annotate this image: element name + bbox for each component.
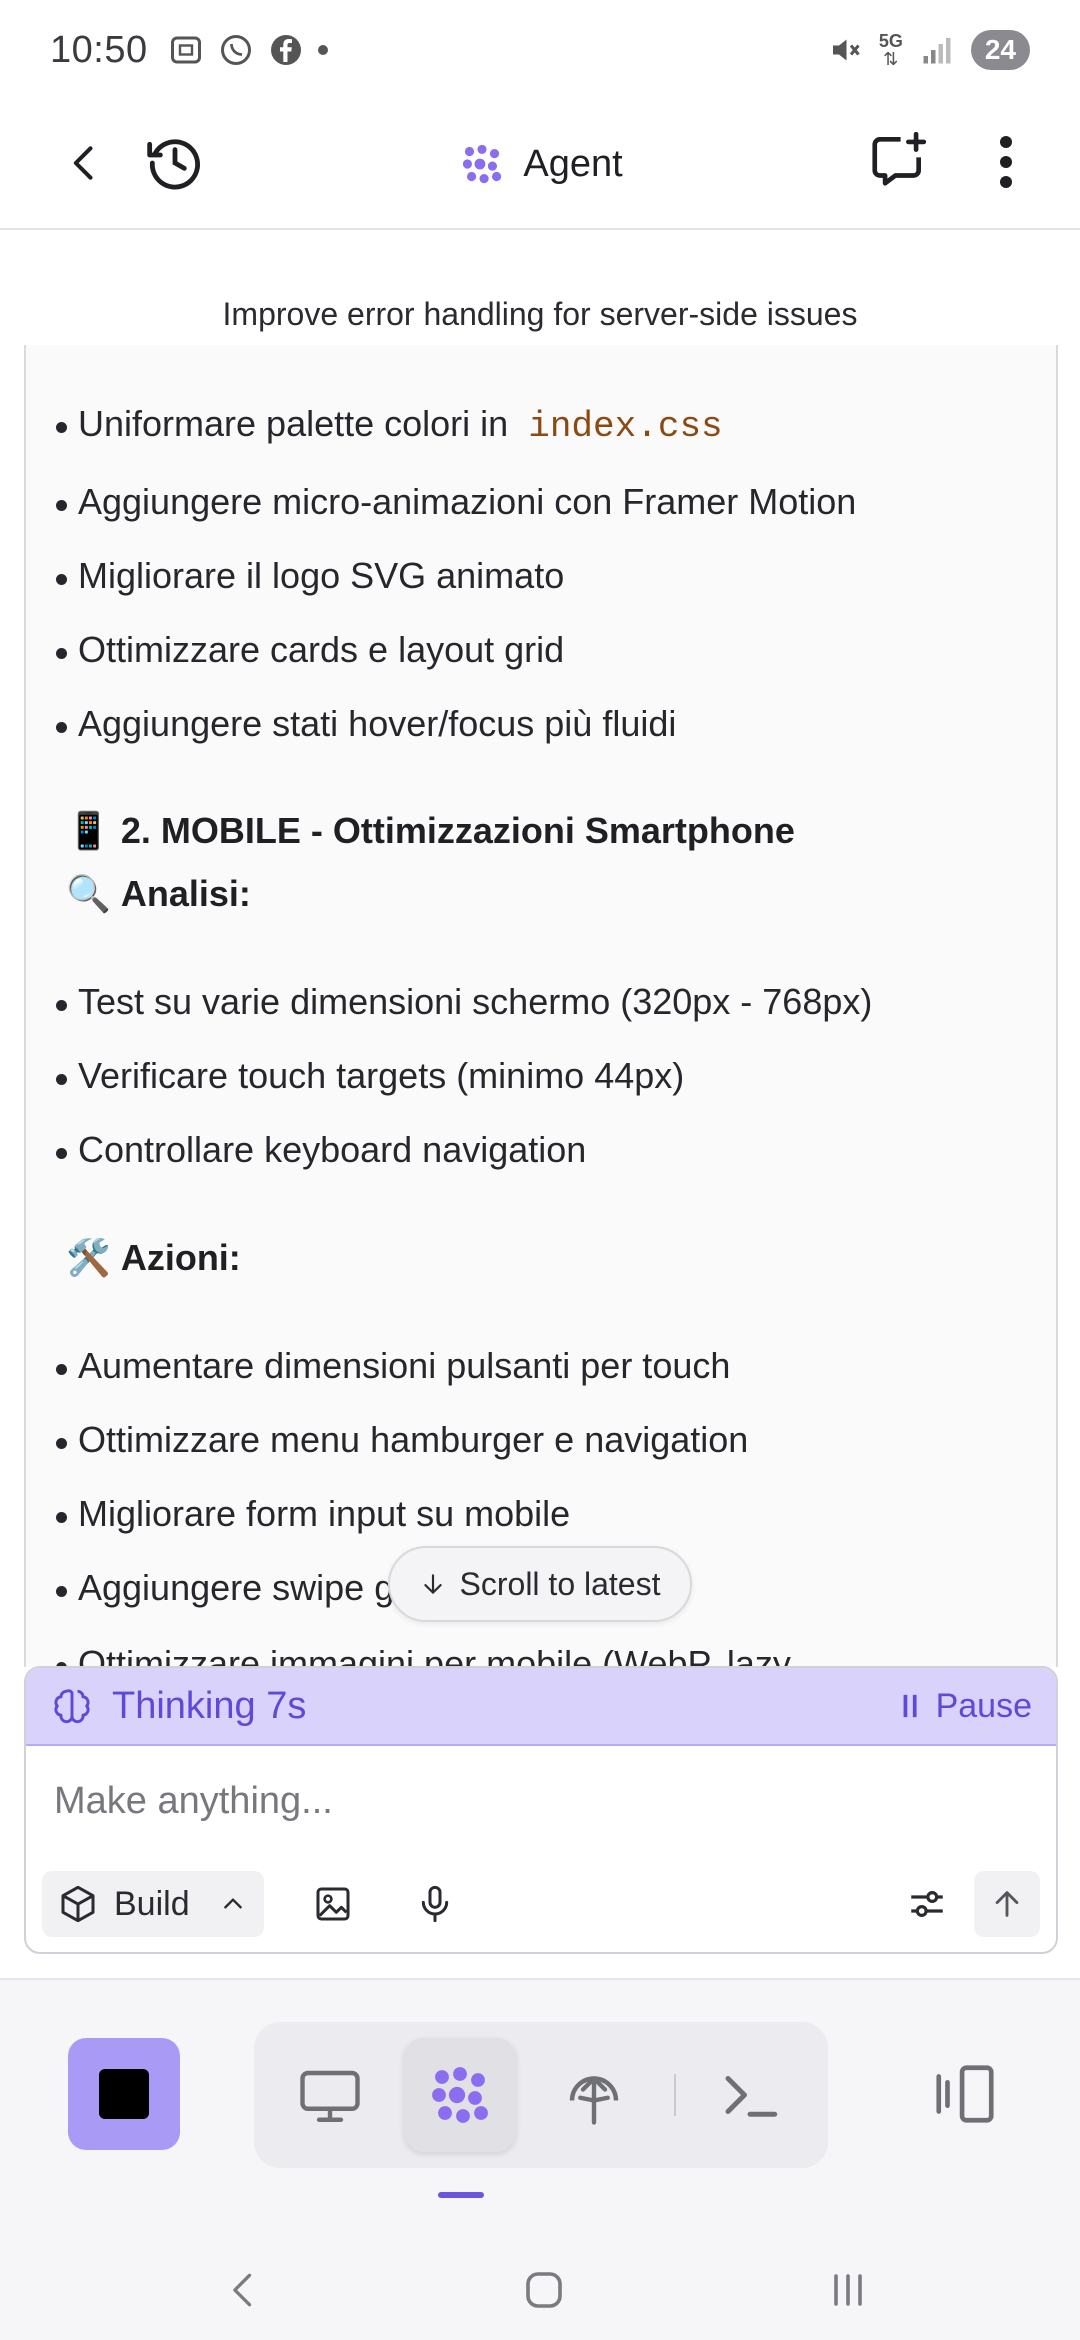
screenshot-icon (170, 36, 201, 64)
terminal-icon (725, 2076, 778, 2117)
list-item: Ottimizzare cards e layout grid (55, 629, 565, 670)
battery-icon: 24 (970, 30, 1030, 70)
nav-recents-icon (834, 2274, 862, 2306)
panel-layout-button[interactable] (920, 2038, 1010, 2150)
magnifier-icon: 🔍 (66, 874, 111, 915)
composer-toolbar: Build (26, 1856, 1056, 1952)
scroll-to-latest-button[interactable]: Scroll to latest (388, 1546, 692, 1622)
new-chat-icon (872, 131, 927, 186)
attach-image-button[interactable] (298, 1871, 368, 1937)
mic-icon (421, 1885, 448, 1923)
inline-code: index.css (528, 406, 723, 447)
list-item: Migliorare form input su mobile (55, 1493, 571, 1534)
status-time: 10:50 (50, 28, 148, 71)
voice-input-button[interactable] (400, 1871, 470, 1937)
list-item: Ottimizzare immagini per mobile (WebP, l… (56, 1643, 791, 1667)
prompt-input[interactable]: Make anything... (26, 1746, 1056, 1856)
app-title-text: Agent (523, 142, 623, 185)
chat-subtitle: Improve error handling for server-side i… (222, 296, 858, 332)
app-bar: Agent (0, 100, 1080, 230)
list-item: Migliorare il logo SVG animato (55, 555, 565, 596)
more-options-button[interactable] (976, 124, 1036, 200)
mute-icon (832, 39, 860, 61)
pause-icon (903, 1694, 917, 1718)
data-arrows-icon: 5G ⇅ (878, 31, 903, 69)
sliders-icon (911, 1891, 943, 1917)
stop-icon (99, 2069, 149, 2119)
thinking-bar: Thinking 7s Pause (26, 1668, 1056, 1746)
scroll-to-latest-label: Scroll to latest (459, 1565, 661, 1602)
system-status-icons: 5G ⇅ 24 (827, 30, 1030, 70)
tab-divider (674, 2074, 676, 2116)
image-icon (316, 1887, 350, 1921)
list-item: Uniformare palette colori in index.css (56, 403, 723, 447)
section-heading-analisi: 🔍 Analisi: (66, 873, 251, 915)
dot-icon (317, 45, 328, 55)
new-chat-button[interactable] (860, 122, 936, 198)
panel-split-icon (936, 2065, 994, 2123)
agent-logo-icon (463, 144, 502, 184)
list-item: Aggiungere micro-animazioni con Framer M… (55, 481, 857, 522)
network-type: 5G (878, 31, 903, 51)
active-tab-indicator (438, 2192, 484, 2198)
status-bar: 10:50 5G ⇅ 24 (0, 0, 1080, 100)
arrow-down-icon (423, 1574, 442, 1594)
phone-icon: 📱 (66, 811, 111, 852)
list-item: Controllare keyboard navigation (55, 1129, 587, 1170)
deploy-icon (569, 2076, 619, 2125)
monitor-icon (300, 2070, 360, 2122)
notification-icons (168, 32, 328, 68)
system-nav-bar (0, 2240, 1080, 2340)
tab-agent[interactable] (404, 2038, 516, 2152)
list-item: Aggiungere stati hover/focus più fluidi (55, 703, 677, 744)
composer: Thinking 7s Pause Make anything... Build (24, 1666, 1058, 1954)
chat-message-panel[interactable]: Uniformare palette colori in index.css A… (24, 345, 1058, 1667)
chevron-up-icon (223, 1898, 242, 1909)
section-heading-azioni: 🛠️ Azioni: (66, 1237, 241, 1279)
history-button[interactable] (136, 124, 214, 202)
nav-home-button[interactable] (504, 2250, 584, 2330)
facebook-icon (270, 35, 301, 65)
pause-label: Pause (935, 1686, 1032, 1725)
mode-label: Build (114, 1884, 190, 1923)
list-item: Verificare touch targets (minimo 44px) (55, 1055, 685, 1096)
workspace-tabs (254, 2022, 828, 2168)
brain-icon (54, 1689, 90, 1724)
send-arrow-icon (995, 1891, 1019, 1917)
back-button[interactable] (50, 128, 120, 198)
send-button[interactable] (974, 1871, 1040, 1937)
section-heading-mobile: 📱 2. MOBILE - Ottimizzazioni Smartphone (66, 810, 795, 852)
more-vert-icon (1000, 136, 1012, 188)
nav-back-icon (233, 2273, 252, 2307)
bottom-toolbar (0, 1978, 1080, 2340)
prompt-placeholder: Make anything... (54, 1779, 333, 1822)
agent-logo-icon (432, 2067, 488, 2123)
history-icon (147, 139, 200, 190)
back-arrow-icon (73, 146, 93, 180)
nav-home-icon (526, 2272, 562, 2308)
list-item: Ottimizzare menu hamburger e navigation (55, 1419, 749, 1460)
thinking-label: Thinking 7s (112, 1684, 307, 1727)
nav-back-button[interactable] (204, 2250, 284, 2330)
list-item: Aumentare dimensioni pulsanti per touch (55, 1345, 731, 1386)
settings-sliders-button[interactable] (892, 1871, 962, 1937)
tools-icon: 🛠️ (66, 1238, 111, 1279)
tab-shell[interactable] (694, 2038, 806, 2152)
whatsapp-icon (220, 35, 251, 65)
tab-deploy[interactable] (538, 2038, 650, 2152)
pause-button[interactable]: Pause (900, 1687, 1032, 1726)
tab-preview[interactable] (274, 2038, 386, 2152)
stop-button[interactable] (68, 2038, 180, 2150)
signal-icon (923, 38, 951, 64)
mode-selector-button[interactable]: Build (42, 1871, 264, 1937)
nav-recents-button[interactable] (808, 2250, 888, 2330)
list-item: Test su varie dimensioni schermo (320px … (55, 981, 873, 1022)
cube-icon (61, 1885, 95, 1923)
